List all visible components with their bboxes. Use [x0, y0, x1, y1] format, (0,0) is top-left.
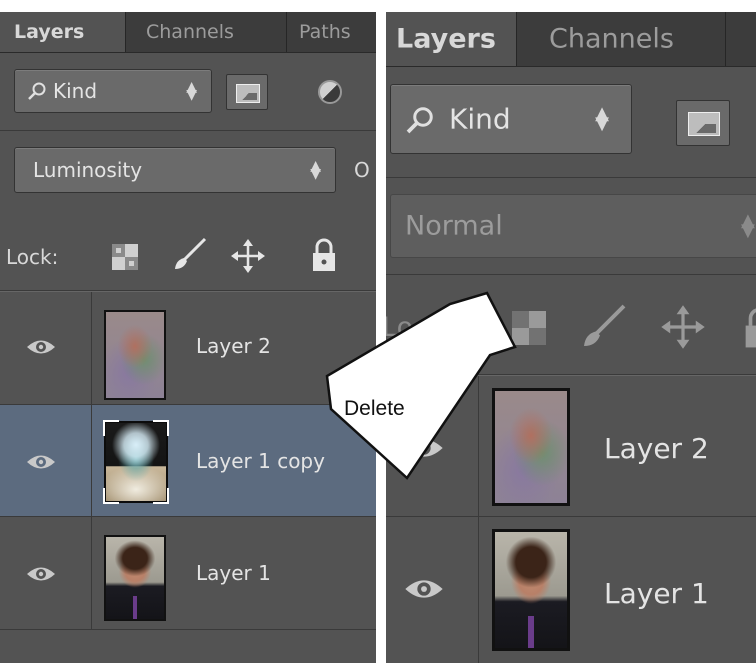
selection-corner: [103, 488, 119, 504]
eye-visibility-icon[interactable]: [26, 338, 56, 356]
layer-name[interactable]: Layer 1 copy: [196, 449, 325, 473]
eye-visibility-icon[interactable]: [26, 453, 56, 471]
lock-transparent-pixels-icon[interactable]: [112, 244, 138, 270]
tab-layers[interactable]: Layers: [0, 12, 125, 52]
eye-visibility-icon[interactable]: [26, 565, 56, 583]
lock-image-pixels-brush-icon[interactable]: [580, 302, 628, 350]
adjustment-layer-filter-icon[interactable]: [318, 80, 342, 104]
pixel-layer-filter-icon[interactable]: [676, 100, 730, 146]
layer-name[interactable]: Layer 1: [196, 561, 271, 585]
layer-thumbnail: [104, 535, 166, 621]
search-icon: [406, 107, 433, 134]
lock-position-move-icon[interactable]: [660, 304, 706, 350]
blend-mode-value: Normal: [405, 210, 503, 242]
tab-channels[interactable]: Channels: [517, 12, 725, 66]
lock-all-padlock-icon[interactable]: [310, 237, 338, 273]
layer-thumbnail: [104, 310, 166, 400]
tab-label: Layers: [14, 21, 85, 43]
tab-label: Channels: [549, 23, 674, 55]
layer-name[interactable]: Layer 1: [604, 577, 709, 610]
tab-layers[interactable]: Layers: [386, 12, 516, 66]
panel-tab-bar: Layers Channels Paths: [0, 12, 376, 53]
layer-row-layer-1-copy[interactable]: Layer 1 copy: [0, 405, 376, 517]
tab-divider: [725, 12, 726, 66]
eye-visibility-icon[interactable]: [404, 436, 444, 460]
lock-label: Lo: [386, 312, 414, 343]
panel-tab-bar: Layers Channels: [386, 12, 756, 67]
divider: [386, 274, 756, 275]
layer-row-layer-2[interactable]: Layer 2: [386, 376, 756, 517]
tab-label: Layers: [396, 23, 496, 55]
select-arrows-icon: ▲ ▼: [741, 210, 755, 241]
tab-label: Channels: [146, 21, 234, 43]
divider: [0, 130, 376, 131]
lock-all-padlock-icon[interactable]: [742, 306, 756, 350]
eye-visibility-icon[interactable]: [404, 577, 444, 601]
top-caption-strip: [0, 0, 756, 12]
filter-kind-label: Kind: [53, 79, 98, 103]
divider: [386, 177, 756, 178]
tab-paths[interactable]: Paths: [287, 12, 376, 52]
filter-kind-select[interactable]: Kind ▲ ▼: [390, 84, 632, 154]
lock-image-pixels-brush-icon[interactable]: [172, 236, 208, 272]
opacity-label: O: [354, 158, 370, 182]
layer-row-layer-1[interactable]: Layer 1: [0, 517, 376, 630]
filter-kind-select[interactable]: Kind ▲ ▼: [14, 69, 212, 113]
pixel-layer-filter-icon[interactable]: [226, 74, 268, 110]
select-arrows-icon: ▲ ▼: [595, 103, 609, 134]
selection-corner: [153, 420, 169, 436]
panel-gap: [376, 12, 386, 663]
search-icon: [28, 82, 46, 100]
filter-kind-label: Kind: [449, 102, 511, 136]
layer-name[interactable]: Layer 2: [196, 334, 271, 358]
layer-row-layer-1[interactable]: Layer 1: [386, 517, 756, 663]
layer-name[interactable]: Layer 2: [604, 432, 709, 465]
lock-transparent-pixels-icon[interactable]: [512, 311, 546, 345]
row-divider: [0, 629, 376, 630]
layer-thumbnail: [492, 388, 570, 506]
lock-label: Lock:: [6, 245, 59, 269]
blend-mode-select[interactable]: Luminosity ▲ ▼: [14, 147, 336, 193]
selection-corner: [153, 488, 169, 504]
layer-row-layer-2[interactable]: Layer 2: [0, 292, 376, 405]
delete-annotation-label: Delete: [344, 397, 405, 420]
layers-panel-after: Layers Channels Kind ▲ ▼ Normal ▲ ▼ Lo L…: [386, 12, 756, 663]
tab-channels[interactable]: Channels: [126, 12, 286, 52]
selection-corner: [103, 420, 119, 436]
select-arrows-icon: ▲ ▼: [186, 79, 197, 103]
tab-label: Paths: [299, 21, 351, 43]
layer-thumbnail-selected: [103, 420, 169, 504]
lock-position-move-icon[interactable]: [230, 238, 266, 274]
layer-thumbnail: [492, 529, 570, 651]
blend-mode-value: Luminosity: [33, 158, 143, 182]
layers-panel-before: Layers Channels Paths Kind ▲ ▼ Luminosity…: [0, 12, 376, 663]
select-arrows-icon: ▲ ▼: [310, 158, 321, 182]
blend-mode-select[interactable]: Normal ▲ ▼: [390, 194, 756, 258]
